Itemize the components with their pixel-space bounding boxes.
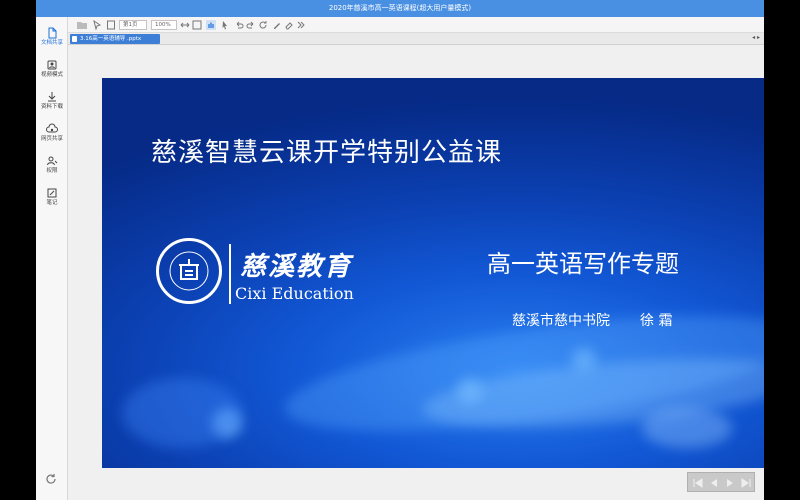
tab-scroll-arrows[interactable]: ◂ ▸: [752, 34, 760, 41]
logo-english-name: Cixi Education: [235, 284, 354, 303]
sidebar-item-permission[interactable]: 权限: [36, 153, 68, 183]
school-name: 慈溪市慈中书院: [512, 313, 610, 329]
sidebar-item-label: 视频模式: [40, 72, 63, 78]
refresh-icon[interactable]: [44, 472, 58, 486]
sidebar: 文档共享 视频模式 资料下载 网页共享 权限 笔记: [36, 17, 68, 500]
sidebar-item-download[interactable]: 资料下载: [36, 89, 68, 119]
slide-title: 慈溪智慧云课开学特别公益课: [151, 138, 503, 168]
slide-viewer: 慈溪智慧云课开学特别公益课 慈溪教育 Cixi Education 高一英语写作…: [68, 45, 764, 500]
fit-width-icon[interactable]: [180, 20, 190, 30]
cursor-icon[interactable]: [220, 20, 230, 30]
logo-chinese-name: 慈溪教育: [240, 252, 353, 282]
download-icon: [48, 92, 56, 102]
page-select[interactable]: 第1页: [119, 20, 147, 30]
sidebar-item-document-share[interactable]: 文档共享: [36, 25, 68, 55]
sidebar-item-label: 网页共享: [40, 136, 63, 142]
undo-icon[interactable]: [234, 20, 244, 30]
pointer-icon[interactable]: [92, 20, 102, 30]
sidebar-item-label: 资料下载: [40, 104, 63, 110]
light-dot: [457, 378, 483, 404]
sidebar-item-label: 文档共享: [40, 40, 63, 46]
page-select-value: 第1页: [123, 22, 138, 28]
screen: 2020年慈溪市高一英语课程(超大用户量模式) 文档共享 视频模式 资料下载 网…: [0, 0, 800, 500]
zoom-select[interactable]: 100%: [151, 20, 177, 30]
permission-icon: [47, 156, 58, 166]
rotate-icon[interactable]: [258, 20, 268, 30]
tab-document[interactable]: 3.16高一英语辅导 .pptx: [70, 34, 160, 44]
light-streak: [122, 378, 242, 448]
folder-icon[interactable]: [76, 20, 88, 30]
slide: 慈溪智慧云课开学特别公益课 慈溪教育 Cixi Education 高一英语写作…: [102, 78, 764, 468]
next-slide-icon[interactable]: [724, 477, 736, 489]
sidebar-item-label: 权限: [46, 168, 58, 174]
sidebar-item-video-mode[interactable]: 视频模式: [36, 57, 68, 87]
app-window: 2020年慈溪市高一英语课程(超大用户量模式) 文档共享 视频模式 资料下载 网…: [36, 0, 764, 500]
document-icon: [48, 27, 57, 39]
teacher-name: 徐 霜: [640, 313, 673, 329]
web-share-icon: [46, 123, 58, 133]
document-tabbar: 3.16高一英语辅导 .pptx ◂ ▸: [68, 33, 764, 45]
cixi-education-seal: [156, 238, 222, 304]
seal-emblem-icon: [169, 251, 209, 291]
prev-slide-icon[interactable]: [708, 477, 720, 489]
sidebar-item-note[interactable]: 笔记: [36, 185, 68, 215]
file-icon: [72, 36, 77, 42]
slide-subtitle: 高一英语写作专题: [487, 250, 679, 278]
fit-page-icon[interactable]: [192, 20, 202, 30]
logo-divider: [229, 244, 231, 304]
slide-author: 慈溪市慈中书院 徐 霜: [512, 310, 672, 330]
pen-icon[interactable]: [272, 20, 282, 30]
video-mode-icon: [47, 60, 57, 70]
window-title: 2020年慈溪市高一英语课程(超大用户量模式): [36, 0, 764, 17]
sidebar-item-label: 笔记: [46, 200, 58, 206]
light-dot: [572, 348, 596, 372]
slide-nav-controls: [687, 472, 755, 492]
more-icon[interactable]: [296, 20, 306, 30]
hand-icon[interactable]: [206, 20, 216, 30]
toolbar: 第1页 100%: [68, 17, 764, 33]
first-slide-icon[interactable]: [692, 477, 704, 489]
note-icon: [47, 188, 57, 198]
tab-document-label: 3.16高一英语辅导 .pptx: [80, 36, 142, 42]
eraser-icon[interactable]: [284, 20, 294, 30]
redo-icon[interactable]: [246, 20, 256, 30]
zoom-select-value: 100%: [155, 22, 171, 28]
last-slide-icon[interactable]: [740, 477, 752, 489]
sidebar-item-web-share[interactable]: 网页共享: [36, 121, 68, 151]
page-icon[interactable]: [106, 20, 116, 30]
light-dot: [642, 408, 732, 448]
